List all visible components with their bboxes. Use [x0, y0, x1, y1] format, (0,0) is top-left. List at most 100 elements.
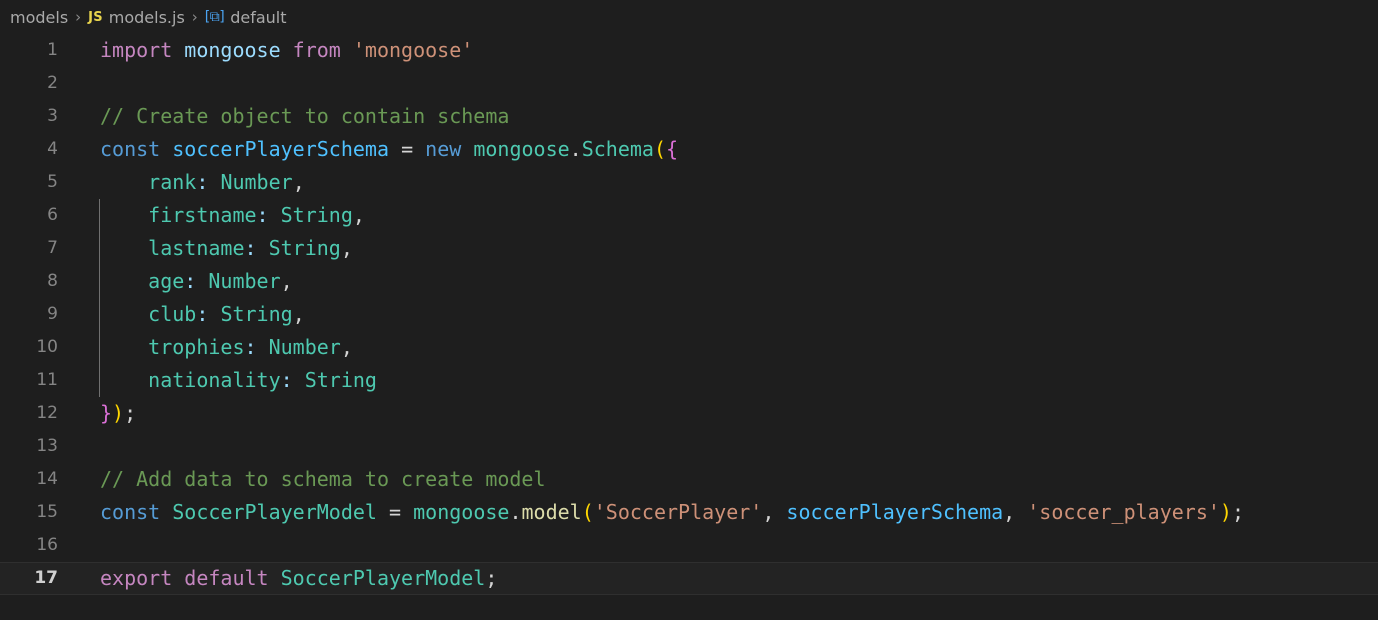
code-line-text[interactable]: nationality: String	[58, 364, 1378, 397]
code-line-text[interactable]	[58, 67, 1378, 100]
code-line-text[interactable]: lastname: String,	[58, 232, 1378, 265]
code-token: ;	[124, 401, 137, 425]
line-number: 5	[47, 172, 58, 192]
code-token: mongoose	[473, 137, 570, 161]
line-number: 14	[36, 469, 58, 489]
line-number: 12	[36, 403, 58, 423]
code-line[interactable]: 8 age: Number,	[0, 265, 1378, 298]
breadcrumb-item-symbol[interactable]: [⧉] default	[205, 8, 287, 27]
code-line[interactable]: 15 const SoccerPlayerModel = mongoose.mod…	[0, 496, 1378, 529]
code-line-text[interactable]: age: Number,	[58, 265, 1378, 298]
code-token: const	[100, 500, 161, 524]
code-line-text[interactable]: firstname: String,	[58, 199, 1378, 232]
code-token: nationality	[148, 368, 281, 392]
code-line-text[interactable]: const soccerPlayerSchema = new mongoose.…	[58, 133, 1378, 166]
code-line-text[interactable]: });	[58, 397, 1378, 430]
code-token: mongoose	[184, 38, 281, 62]
code-line[interactable]: 6 firstname: String,	[0, 199, 1378, 232]
code-token: ,	[292, 170, 305, 194]
code-token: ;	[485, 566, 498, 590]
symbol-module-icon: [⧉]	[204, 9, 225, 25]
breadcrumb-item-folder[interactable]: models	[10, 8, 68, 27]
code-token: default	[184, 566, 269, 590]
code-line[interactable]: 1 import mongoose from 'mongoose'	[0, 34, 1378, 67]
code-token: trophies	[148, 335, 245, 359]
code-line[interactable]: 12});	[0, 397, 1378, 430]
code-token: )	[112, 401, 125, 425]
code-token: (	[581, 500, 594, 524]
code-line[interactable]: 7 lastname: String,	[0, 232, 1378, 265]
code-token: :	[244, 335, 257, 359]
code-editor[interactable]: 1 import mongoose from 'mongoose' 2 3// Cre…	[0, 34, 1378, 620]
code-line-text[interactable]: // Create object to contain schema	[58, 100, 1378, 133]
breadcrumb-folder-label: models	[10, 7, 69, 27]
code-line[interactable]: 13	[0, 430, 1378, 463]
code-line[interactable]: 11 nationality: String	[0, 364, 1378, 397]
code-line[interactable]: 2	[0, 67, 1378, 100]
code-token: )	[1219, 500, 1232, 524]
code-token: lastname	[148, 236, 245, 260]
code-token: rank	[148, 170, 197, 194]
code-line[interactable]: 4 const soccerPlayerSchema = new mongoose…	[0, 133, 1378, 166]
line-number: 4	[47, 139, 58, 159]
code-lines-container: 1 import mongoose from 'mongoose' 2 3// Cre…	[0, 34, 1378, 595]
code-token: ,	[1003, 500, 1016, 524]
code-line-text[interactable]	[58, 529, 1378, 562]
code-line-text[interactable]	[58, 430, 1378, 463]
code-token: const	[100, 137, 161, 161]
line-number: 8	[47, 271, 58, 291]
breadcrumb-symbol-label: default	[230, 7, 287, 27]
code-line[interactable]: 9 club: String,	[0, 298, 1378, 331]
code-line-text[interactable]: trophies: Number,	[58, 331, 1378, 364]
code-token: import	[100, 38, 173, 62]
breadcrumb-item-file[interactable]: JS models.js	[88, 8, 185, 27]
code-line[interactable]: 5 rank: Number,	[0, 166, 1378, 199]
line-number: 13	[36, 436, 58, 456]
breadcrumb-separator-icon: ›	[75, 8, 82, 26]
code-token: ,	[340, 236, 353, 260]
code-line[interactable]: 3 // Create object to contain schema	[0, 100, 1378, 133]
code-token: .	[509, 500, 522, 524]
code-line[interactable]: 14 // Add data to schema to create model	[0, 463, 1378, 496]
line-number: 7	[47, 238, 58, 258]
code-token: :	[280, 368, 293, 392]
code-line-text[interactable]: const SoccerPlayerModel = mongoose.model…	[58, 496, 1378, 529]
code-token: String	[304, 368, 377, 392]
code-line-text[interactable]: export default SoccerPlayerModel;	[58, 562, 1378, 595]
breadcrumb-file-label: models.js	[108, 7, 185, 27]
code-token: new	[425, 137, 462, 161]
code-token: 'soccer_players'	[1027, 500, 1220, 524]
code-token: // Add data to schema to create model	[100, 467, 546, 491]
code-line-text[interactable]: club: String,	[58, 298, 1378, 331]
code-line-text[interactable]: rank: Number,	[58, 166, 1378, 199]
code-line-text[interactable]: // Add data to schema to create model	[58, 463, 1378, 496]
code-token: Number	[208, 269, 281, 293]
code-line-text[interactable]: import mongoose from 'mongoose'	[58, 34, 1378, 67]
code-line[interactable]: 10 trophies: Number,	[0, 331, 1378, 364]
code-token: String	[220, 302, 293, 326]
code-token: soccerPlayerSchema	[786, 500, 1004, 524]
code-token: ,	[762, 500, 775, 524]
code-token: SoccerPlayerModel	[280, 566, 486, 590]
code-line[interactable]: 17 export default SoccerPlayerModel;	[0, 562, 1378, 595]
code-token: .	[569, 137, 582, 161]
code-token: age	[148, 269, 185, 293]
code-token: Schema	[581, 137, 654, 161]
code-token: {	[666, 137, 679, 161]
code-line[interactable]: 16	[0, 529, 1378, 562]
breadcrumb-separator-icon-2: ›	[191, 8, 198, 26]
